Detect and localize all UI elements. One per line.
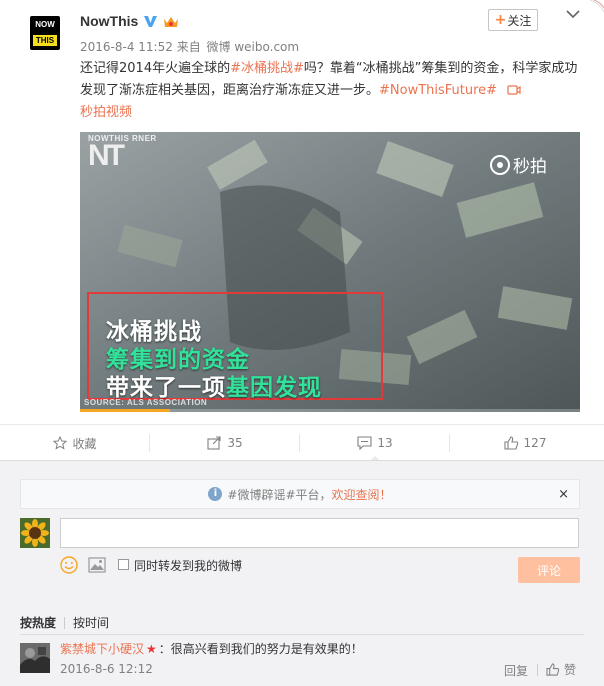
- nowthis-video-logo: NOWTHIS RNER NT: [88, 134, 157, 171]
- author-avatar[interactable]: NOW THIS: [30, 16, 60, 50]
- post-time[interactable]: 2016-8-4 11:52: [80, 40, 173, 54]
- repost-checkbox[interactable]: [118, 559, 129, 570]
- repost-icon: [207, 436, 221, 450]
- comment-like-button[interactable]: 赞: [546, 661, 576, 678]
- caption-line-3-highlight: 基因发现: [226, 375, 322, 401]
- video-link-icon: [507, 85, 521, 95]
- verified-icon: [144, 16, 157, 27]
- author-name[interactable]: NowThis: [80, 13, 138, 29]
- video-logo-sub: RNER: [132, 134, 157, 143]
- video-progress-bar[interactable]: [80, 409, 580, 412]
- post-meta: 2016-8-4 11:52 来自 微博 weibo.com: [80, 38, 299, 55]
- topic-link-nowthisfuture[interactable]: #NowThisFuture#: [379, 83, 497, 98]
- submit-comment-button[interactable]: 评论: [518, 557, 580, 583]
- star-outline-icon: [53, 436, 68, 450]
- notice-link[interactable]: 欢迎查阅！: [332, 486, 392, 503]
- emoji-icon[interactable]: [60, 556, 78, 574]
- post-text-pre: 还记得2014年火遍全球的: [80, 61, 231, 76]
- post-from-label: 来自: [176, 40, 201, 54]
- chevron-down-icon[interactable]: [566, 8, 580, 20]
- video-player[interactable]: NOWTHIS RNER NT 秒拍 冰桶挑战 筹集到的资金 带来了一项基因发现…: [80, 132, 580, 412]
- comment-sort: 按热度 按时间: [20, 614, 109, 631]
- weibo-post: NOW THIS NowThis 2016-8-4 11:52 来自 微博 we…: [0, 0, 604, 424]
- comment-toggle-button[interactable]: 13: [300, 425, 450, 462]
- video-source-credit: SOURCE: ALS ASSOCIATION: [84, 398, 208, 407]
- topic-link-ice-bucket[interactable]: #冰桶挑战#: [230, 61, 304, 76]
- post-text: 还记得2014年火遍全球的#冰桶挑战#吗？靠着“冰桶挑战”筹集到的资金，科学家成…: [80, 58, 580, 124]
- commenter-name[interactable]: 紫禁城下小硬汉: [60, 642, 144, 656]
- video-link[interactable]: 秒拍视频: [80, 105, 132, 120]
- thumbs-up-icon: [503, 436, 518, 450]
- favorite-label: 收藏: [72, 436, 97, 451]
- like-count: 127: [523, 436, 547, 450]
- divider: [20, 634, 584, 635]
- image-icon[interactable]: [88, 557, 106, 573]
- notice-text[interactable]: #微博辟谣#平台，: [227, 486, 331, 503]
- comment-like-label: 赞: [564, 663, 577, 677]
- commenter-avatar[interactable]: [20, 643, 50, 673]
- avatar-text-now: NOW: [35, 20, 55, 29]
- comment-text: 紫禁城下小硬汉 ★ ：很高兴看到我们的努力是有效果的！: [60, 640, 363, 658]
- comment-section: i #微博辟谣#平台， 欢迎查阅！ × 同时转发到我的微博 评论 按热度 按时间…: [0, 460, 604, 686]
- post-action-bar: 收藏 35 13 127: [0, 424, 604, 462]
- my-avatar[interactable]: [20, 518, 50, 548]
- miaopai-icon: [490, 154, 510, 175]
- comment-time: 2016-8-6 12:12: [60, 662, 153, 676]
- follow-button[interactable]: + 关注: [488, 9, 538, 31]
- commenter-avatar-image: [20, 643, 50, 673]
- miaopai-watermark: 秒拍: [490, 152, 547, 177]
- post-source[interactable]: 微博 weibo.com: [207, 40, 300, 54]
- avatar-text-this: THIS: [33, 35, 57, 46]
- video-logo-big: NT: [88, 139, 125, 172]
- thumbs-up-icon: [546, 663, 560, 676]
- vip-crown-icon[interactable]: [163, 15, 179, 29]
- repost-count: 35: [227, 436, 243, 450]
- like-button[interactable]: 127: [450, 425, 600, 461]
- video-progress-fill: [80, 409, 170, 412]
- comment-input[interactable]: [60, 518, 579, 548]
- sort-by-time[interactable]: 按时间: [73, 614, 109, 631]
- info-icon: i: [208, 487, 223, 501]
- favorite-button[interactable]: 收藏: [0, 425, 150, 461]
- comment-icon: [357, 436, 372, 450]
- caption-line-3: 带来了一项基因发现: [106, 368, 322, 402]
- reply-button[interactable]: 回复: [504, 662, 528, 679]
- sunflower-avatar-image: [20, 518, 50, 548]
- star-badge-icon[interactable]: ★: [146, 642, 157, 656]
- close-icon[interactable]: ×: [558, 487, 569, 502]
- sort-by-hot[interactable]: 按热度: [20, 614, 56, 631]
- repost-checkbox-label[interactable]: 同时转发到我的微博: [134, 557, 242, 574]
- divider: [537, 664, 538, 676]
- comment-body: ：很高兴看到我们的努力是有效果的！: [158, 642, 363, 656]
- page-curl-icon: [589, 0, 604, 13]
- repost-button[interactable]: 35: [150, 425, 300, 461]
- comment-count: 13: [377, 436, 393, 450]
- follow-label: 关注: [507, 13, 532, 28]
- plus-icon: +: [494, 12, 507, 28]
- miaopai-label: 秒拍: [513, 157, 547, 177]
- rumor-notice-banner: i #微博辟谣#平台， 欢迎查阅！ ×: [20, 479, 580, 509]
